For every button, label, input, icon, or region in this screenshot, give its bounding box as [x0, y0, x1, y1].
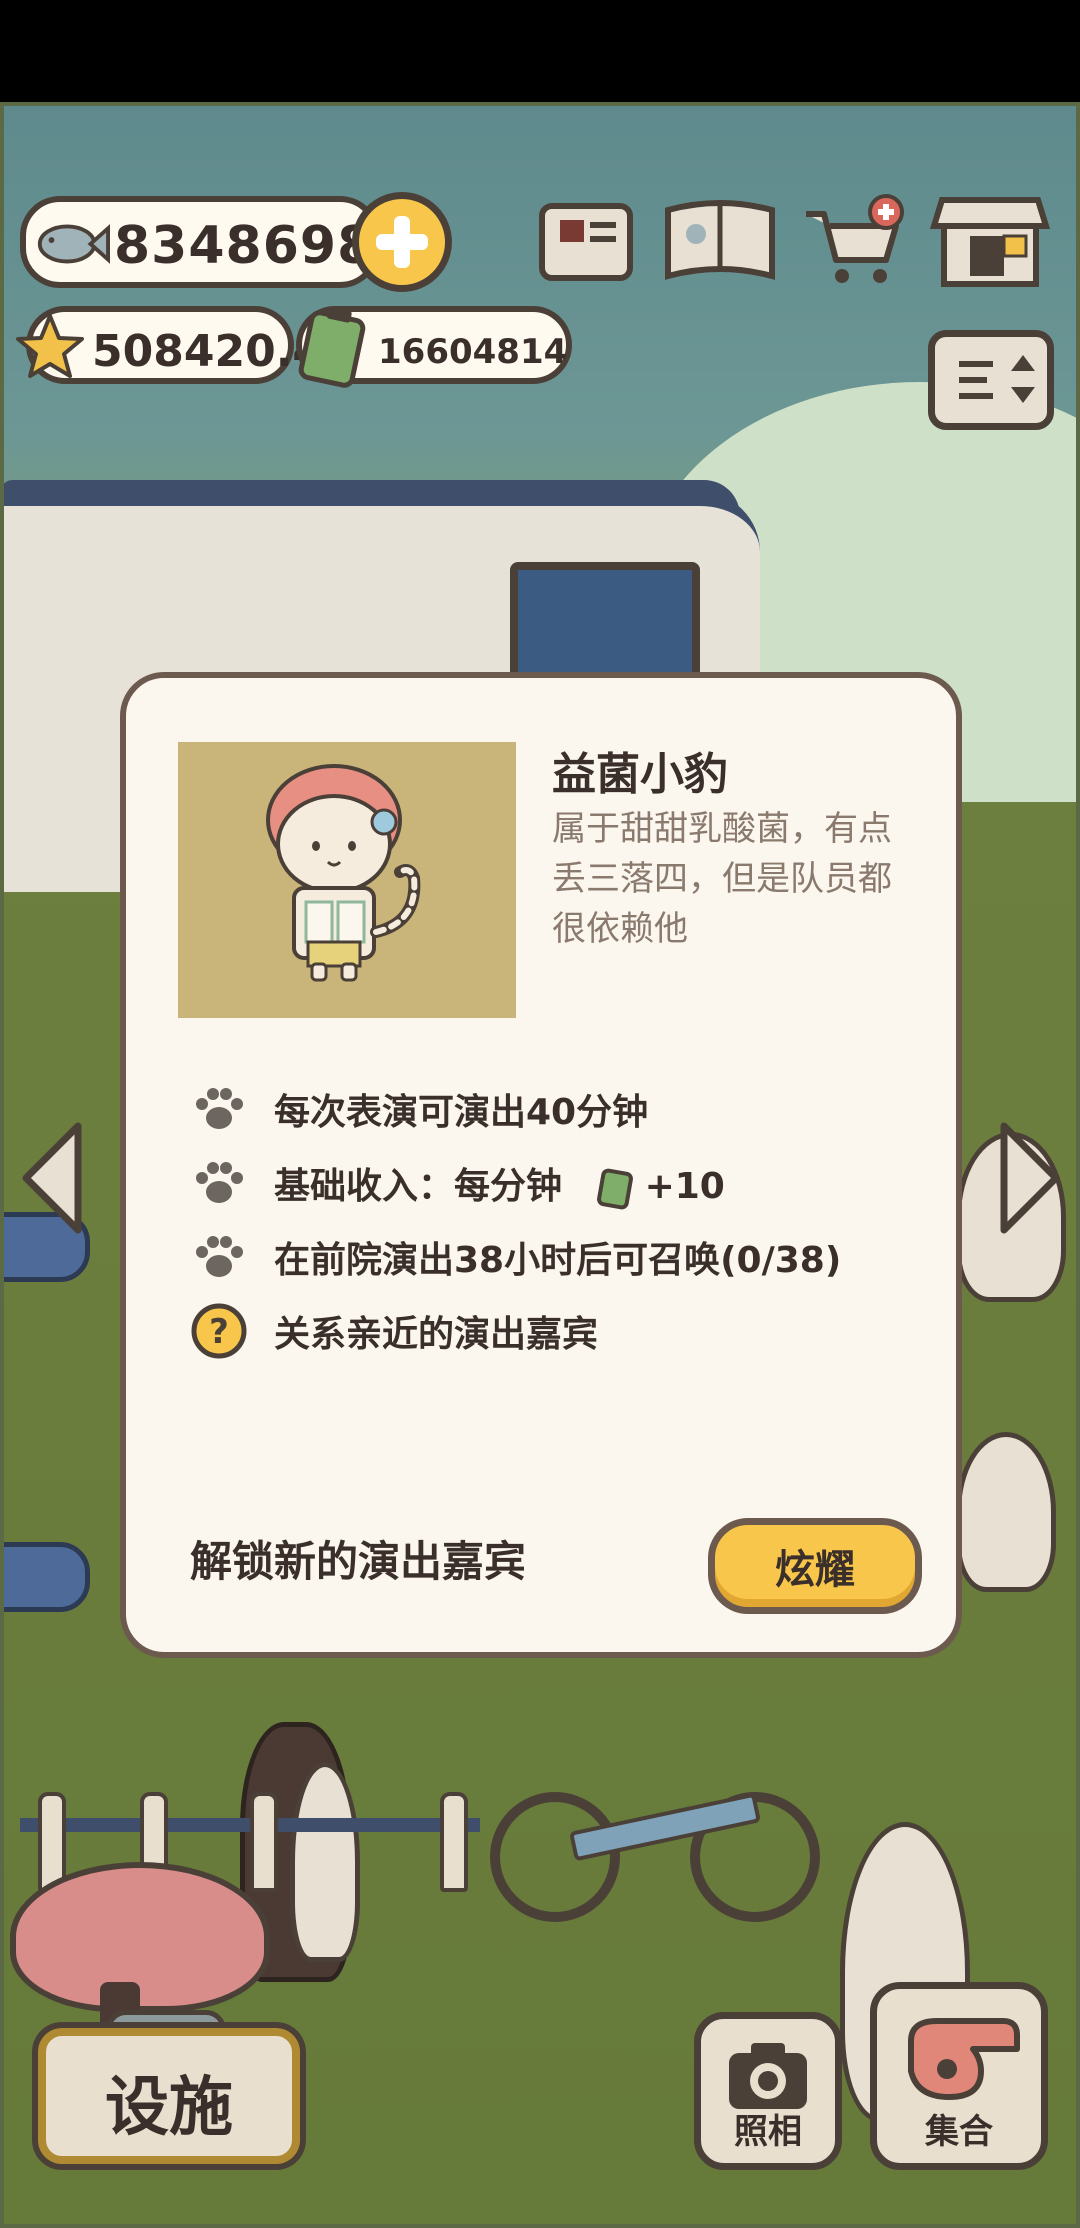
income-value: +10: [644, 1165, 725, 1207]
guest-description: 属于甜甜乳酸菌，有点丢三落四，但是队员都很依赖他: [552, 809, 892, 949]
add-currency-button[interactable]: [352, 192, 452, 292]
info-row-summon-requirement: 在前院演出38小时后可召唤(0/38): [190, 1220, 930, 1294]
info-row-base-income: 基础收入：每分钟 +10: [190, 1146, 930, 1220]
facility-label: 设施: [105, 2071, 233, 2145]
info-text: 每次表演可演出40分钟: [274, 1092, 649, 1133]
show-off-button[interactable]: 炫耀: [708, 1518, 922, 1614]
unlock-new-guest-label: 解锁新的演出嘉宾: [190, 1537, 527, 1586]
cherry-tree: [10, 1862, 270, 2012]
game-screen: 8348698 508420.4 16604814 益菌小豹 属于甜甜乳酸菌，有…: [0, 0, 1080, 2228]
income-label: 基础收入：每分钟: [274, 1165, 563, 1207]
fish-currency-value: 8348698: [114, 216, 375, 276]
bicycle: [490, 1752, 830, 1922]
next-arrow-icon[interactable]: [994, 1118, 1064, 1238]
album-icon[interactable]: [660, 190, 780, 290]
question-icon[interactable]: ?: [190, 1302, 248, 1360]
info-row-close-guests[interactable]: ? 关系亲近的演出嘉宾: [190, 1294, 930, 1368]
sort-toggle-button[interactable]: [928, 330, 1054, 430]
leopard-character-image: [266, 764, 421, 982]
status-bar: [0, 0, 1080, 102]
cushion: [0, 1542, 90, 1612]
battery-icon: [596, 1168, 633, 1209]
paw-icon: [190, 1154, 248, 1212]
info-row-performance-duration: 每次表演可演出40分钟: [190, 1072, 930, 1146]
svg-text:?: ?: [209, 1312, 229, 1352]
guest-portrait: [178, 742, 516, 1018]
fence-post: [440, 1792, 468, 1892]
sort-icon: [959, 355, 1035, 403]
fish-currency-counter: 8348698: [20, 196, 380, 288]
bicycle-wheel: [490, 1792, 620, 1922]
shop-icon[interactable]: [930, 190, 1050, 290]
camera-button[interactable]: 照相: [694, 2012, 842, 2170]
info-text: 在前院演出38小时后可召唤(0/38): [274, 1240, 842, 1281]
newspaper-icon[interactable]: [536, 190, 636, 290]
info-text: 基础收入：每分钟 +10: [274, 1157, 725, 1210]
shopping-cart-icon[interactable]: [800, 190, 910, 290]
fish-icon: [37, 224, 110, 264]
facility-button[interactable]: 设施: [38, 2028, 300, 2164]
whistle-icon: [908, 2018, 1020, 2100]
star-currency-value: 508420.4: [92, 326, 324, 377]
previous-arrow-icon[interactable]: [18, 1118, 88, 1238]
gather-label: 集合: [925, 2112, 993, 2152]
gather-button[interactable]: 集合: [870, 1982, 1048, 2170]
fence-post: [250, 1792, 278, 1892]
star-icon: [16, 314, 84, 378]
battery-currency-value: 16604814: [378, 332, 568, 372]
battery-icon: [298, 306, 366, 388]
info-text: 关系亲近的演出嘉宾: [274, 1314, 599, 1355]
paw-icon: [190, 1080, 248, 1138]
guest-name: 益菌小豹: [552, 749, 728, 800]
guest-cat: [956, 1432, 1056, 1592]
guest-info-dialog: 益菌小豹 属于甜甜乳酸菌，有点丢三落四，但是队员都很依赖他 每次表演可演出40分…: [120, 672, 962, 1658]
paw-icon: [190, 1228, 248, 1286]
guest-info-list: 每次表演可演出40分钟 基础收入：每分钟 +10 在前院演出38小时后可召唤(0…: [190, 1072, 930, 1368]
camera-label: 照相: [734, 2112, 802, 2152]
